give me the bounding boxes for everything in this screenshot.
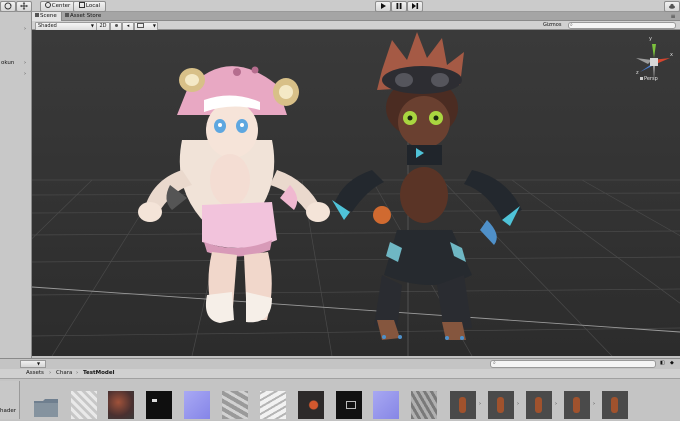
persp-icon bbox=[640, 77, 643, 80]
play-icon bbox=[381, 3, 386, 9]
cloud-icon bbox=[669, 3, 675, 9]
gizmo-z-label: z bbox=[636, 70, 639, 76]
expand-arrow-icon: › bbox=[479, 401, 481, 407]
gizmo-x-label: x bbox=[670, 52, 673, 58]
step-icon bbox=[412, 3, 419, 9]
main-toolbar: Center Local bbox=[0, 0, 680, 12]
scene-icon bbox=[35, 13, 39, 17]
pause-icon bbox=[396, 3, 402, 9]
projection-label: Persp bbox=[644, 76, 658, 82]
project-panel: ▼ ⌕ ◧ ◆ Assets › Chara › TestModel hader… bbox=[0, 358, 680, 420]
scene-canvas bbox=[32, 30, 680, 356]
scene-control-bar: Shaded ▼ 2D ◂ ▼ Gizmos ▼ ⌕ bbox=[32, 21, 680, 35]
space-label: Local bbox=[85, 3, 101, 9]
scene-tab-bar: Scene Asset Store ≡ bbox=[32, 12, 680, 21]
hierarchy-row[interactable]: › bbox=[0, 71, 32, 79]
store-icon bbox=[65, 13, 69, 17]
tab-scene-label: Scene bbox=[40, 13, 57, 19]
expand-arrow-icon: › bbox=[517, 401, 519, 407]
hierarchy-panel: › okun › › bbox=[0, 12, 32, 358]
move-tool-button[interactable] bbox=[16, 1, 32, 12]
folder-icon bbox=[34, 399, 58, 417]
breadcrumb-assets[interactable]: Assets bbox=[26, 370, 44, 376]
local-icon bbox=[78, 2, 85, 8]
asset-thumb-texture-black[interactable] bbox=[146, 391, 172, 419]
gizmos-dropdown[interactable]: Gizmos ▼ bbox=[543, 22, 565, 35]
breadcrumb-testmodel[interactable]: TestModel bbox=[83, 370, 114, 376]
breadcrumb-chara[interactable]: Chara bbox=[56, 370, 72, 376]
asset-thumb-normal-map-2[interactable] bbox=[373, 391, 399, 419]
project-search-input[interactable]: ⌕ bbox=[490, 360, 656, 368]
projection-toggle[interactable]: Persp bbox=[640, 76, 670, 83]
chevron-down-icon: ▼ bbox=[152, 23, 156, 28]
asset-thumb-model-1[interactable]: › bbox=[450, 391, 481, 419]
asset-thumb-normal-map[interactable] bbox=[184, 391, 210, 419]
create-dropdown[interactable]: ▼ bbox=[20, 360, 46, 368]
asset-thumb-texture-gray[interactable] bbox=[222, 391, 248, 419]
tab-asset-store-label: Asset Store bbox=[70, 13, 102, 19]
tab-asset-store[interactable]: Asset Store bbox=[62, 12, 105, 21]
search-icon: ⌕ bbox=[570, 22, 573, 28]
asset-thumb-texture-white[interactable] bbox=[71, 391, 97, 419]
chevron-down-icon: ▼ bbox=[37, 361, 41, 366]
rotate-tool-button[interactable] bbox=[0, 1, 16, 12]
space-local-button[interactable]: Local bbox=[73, 1, 106, 12]
asset-thumb-texture-gray-2[interactable] bbox=[411, 391, 437, 419]
asset-thumb-texture-light[interactable] bbox=[260, 391, 286, 419]
pause-button[interactable] bbox=[391, 1, 407, 12]
project-folder-tree: hader bbox=[0, 381, 20, 419]
gizmos-label: Gizmos bbox=[543, 22, 562, 28]
hierarchy-row[interactable]: › bbox=[0, 26, 32, 33]
project-breadcrumb-bar: Assets › Chara › TestModel bbox=[0, 369, 680, 379]
tab-scene[interactable]: Scene bbox=[32, 12, 62, 21]
expand-arrow-icon: › bbox=[24, 26, 26, 32]
breadcrumb-separator-icon: › bbox=[49, 370, 52, 376]
expand-arrow-icon: › bbox=[593, 401, 595, 407]
asset-thumb-model-2[interactable]: › bbox=[488, 391, 519, 419]
breadcrumb-separator-icon: › bbox=[76, 370, 79, 376]
hierarchy-item-label: okun bbox=[1, 60, 15, 66]
asset-thumb-model-5[interactable] bbox=[602, 391, 628, 419]
tab-menu-icon[interactable]: ≡ bbox=[668, 13, 678, 20]
pivot-label: Center bbox=[51, 3, 71, 9]
asset-thumb-folder[interactable] bbox=[33, 391, 59, 419]
asset-thumb-model-4[interactable]: › bbox=[564, 391, 595, 419]
gizmo-y-label: y bbox=[649, 36, 652, 42]
expand-arrow-icon: › bbox=[555, 401, 557, 407]
sun-icon bbox=[114, 24, 118, 27]
expand-arrow-icon: › bbox=[24, 71, 26, 77]
step-button[interactable] bbox=[407, 1, 423, 12]
move-icon bbox=[20, 2, 28, 10]
chevron-down-icon: ▼ bbox=[90, 23, 94, 28]
pivot-center-button[interactable]: Center bbox=[40, 1, 75, 12]
filter-label-icon[interactable]: ◆ bbox=[670, 360, 678, 368]
scene-search-input[interactable]: ⌕ bbox=[568, 22, 676, 29]
asset-thumb-texture-brown[interactable] bbox=[108, 391, 134, 419]
filter-type-icon[interactable]: ◧ bbox=[660, 360, 668, 368]
play-button[interactable] bbox=[375, 1, 391, 12]
image-icon bbox=[137, 23, 144, 28]
search-icon: ⌕ bbox=[493, 360, 496, 366]
folder-tree-item-label[interactable]: hader bbox=[0, 408, 16, 414]
asset-thumb-texture-dark[interactable] bbox=[298, 391, 324, 419]
hierarchy-row-okun[interactable]: okun › bbox=[0, 60, 32, 68]
expand-arrow-icon: › bbox=[24, 60, 26, 66]
collab-button[interactable] bbox=[664, 1, 680, 12]
asset-thumb-texture-black-2[interactable] bbox=[336, 391, 362, 419]
scene-viewport[interactable]: y x z Persp bbox=[32, 30, 680, 356]
rotate-icon bbox=[4, 2, 12, 10]
asset-thumb-model-3[interactable]: › bbox=[526, 391, 557, 419]
shading-mode-value: Shaded bbox=[38, 23, 57, 29]
pivot-icon bbox=[44, 2, 51, 8]
mode-2d-label: 2D bbox=[99, 23, 107, 29]
speaker-icon: ◂ bbox=[126, 23, 130, 29]
